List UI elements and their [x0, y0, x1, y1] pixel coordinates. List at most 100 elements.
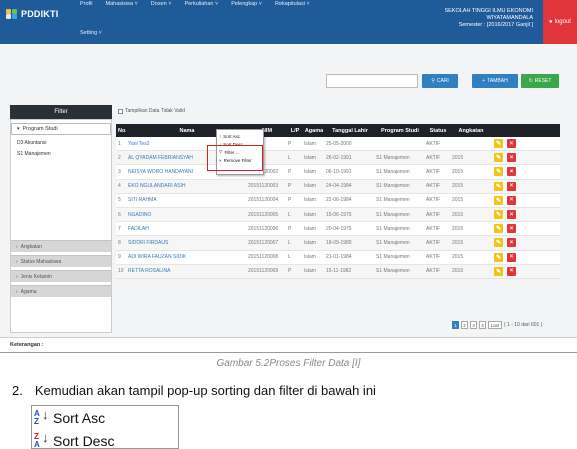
- col-lp[interactable]: L/P: [286, 128, 302, 134]
- col-agama[interactable]: Agama: [302, 128, 324, 134]
- page-4-button[interactable]: 4: [479, 321, 486, 329]
- edit-icon[interactable]: ✎: [494, 266, 503, 276]
- cell-angkatan: 2015: [452, 239, 464, 246]
- col-program-studi[interactable]: Program Studi: [374, 128, 424, 134]
- cell-no: 5: [118, 197, 121, 204]
- cell-nama[interactable]: EKO NGULANDARI ASIH: [126, 183, 246, 189]
- table-row[interactable]: 1 Yani Tes2 P Islam 25-05-2000 AKTIF ✎ ×: [116, 137, 560, 152]
- col-no[interactable]: No.: [116, 128, 126, 134]
- delete-icon[interactable]: ×: [507, 224, 516, 234]
- page-2-button[interactable]: 2: [461, 321, 468, 329]
- table-row[interactable]: 9 ADI WIRA FAUZAN SIDIK 20151120008 L Islam 2…: [116, 250, 560, 265]
- delete-icon[interactable]: ×: [507, 167, 516, 177]
- edit-icon[interactable]: ✎: [494, 167, 503, 177]
- reset-button[interactable]: ↻ RESET: [521, 74, 559, 88]
- delete-icon[interactable]: ×: [507, 181, 516, 191]
- filter-status-mahasiswa[interactable]: › Status Mahasiswa: [11, 255, 111, 267]
- edit-icon[interactable]: ✎: [494, 181, 503, 191]
- edit-icon[interactable]: ✎: [494, 224, 503, 234]
- cell-nama[interactable]: FADILAH: [126, 226, 246, 232]
- col-angkatan[interactable]: Angkatan: [450, 128, 490, 134]
- menu-mahasiswa[interactable]: Mahasiswa ˅: [106, 1, 138, 7]
- prodi-option-d3-akuntansi[interactable]: D3 Akuntansi: [17, 140, 46, 146]
- cell-nama[interactable]: RETTA ROSALINA: [126, 268, 246, 274]
- lock-icon: ●: [549, 19, 553, 25]
- edit-icon[interactable]: ✎: [494, 238, 503, 248]
- delete-icon[interactable]: ×: [507, 153, 516, 163]
- search-input[interactable]: [326, 74, 418, 88]
- edit-icon[interactable]: ✎: [494, 195, 503, 205]
- last-page-button[interactable]: Last: [488, 321, 502, 329]
- popup-sort-desc[interactable]: Z A ↓ Sort Desc: [34, 430, 114, 449]
- show-invalid-toggle[interactable]: Tampilkan Data Tidak Valid: [118, 108, 185, 114]
- cell-lp: L: [288, 239, 291, 246]
- cell-lp: P: [288, 168, 292, 175]
- menu-perkuliahan[interactable]: Perkuliahan ˅: [184, 1, 218, 7]
- cell-tgl: 21-01-1984: [326, 254, 352, 261]
- prodi-option-s1-manajemen[interactable]: S1 Manajemen: [17, 151, 51, 157]
- table-row[interactable]: 8 SIDDRI FIRDAUS 20151120007 L Islam 18-09-19…: [116, 236, 560, 251]
- popup-sort-asc[interactable]: A Z ↓ Sort Asc: [34, 408, 105, 426]
- table-row[interactable]: 5 SITI RAHMA 20151120004 P Islam 22-06-1984 S1…: [116, 193, 560, 208]
- delete-icon[interactable]: ×: [507, 210, 516, 220]
- cell-nama[interactable]: SIDDRI FIRDAUS: [126, 240, 246, 246]
- menu-dosen[interactable]: Dosen ˅: [151, 1, 172, 7]
- semester-label: Semester : [2016/2017 Ganjil ]: [458, 22, 533, 28]
- menu-setting[interactable]: Setting ˅: [80, 30, 102, 36]
- table-row[interactable]: 10 RETTA ROSALINA 20151120009 P Islam 15-11-1…: [116, 264, 560, 279]
- delete-icon[interactable]: ×: [507, 195, 516, 205]
- cell-lp: L: [288, 211, 291, 218]
- add-button[interactable]: + TAMBAH: [472, 74, 518, 88]
- cell-nim: 20151120008: [248, 254, 279, 261]
- edit-icon[interactable]: ✎: [494, 210, 503, 220]
- table-row[interactable]: 3NEISYA WORO HANDAYANI20151120002PIslam0…: [116, 165, 560, 180]
- filter-program-studi[interactable]: ▾ Program Studi: [11, 123, 111, 135]
- search-button[interactable]: ⚲ CARI: [422, 74, 458, 88]
- cell-no: 10: [118, 268, 124, 275]
- filter-jenis-kelamin[interactable]: › Jenis Kelamin: [11, 270, 111, 282]
- cell-status: AKTIF: [426, 140, 441, 147]
- cell-nama[interactable]: NGADINO: [126, 212, 246, 218]
- show-invalid-checkbox[interactable]: [118, 108, 123, 114]
- filter-angkatan[interactable]: › Angkatan: [11, 240, 111, 252]
- cell-lp: P: [288, 225, 292, 232]
- cell-tgl: 24-04-1984: [326, 183, 352, 190]
- table-row[interactable]: 2AL QYADAM FEBRIANSYAH001LIslam26-02-199…: [116, 151, 560, 166]
- student-table: No. Nama NIM L/P Agama Tanggal Lahir Pro…: [116, 124, 560, 279]
- delete-icon[interactable]: ×: [507, 252, 516, 262]
- brand[interactable]: PDDIKTI: [6, 9, 58, 19]
- filter-agama[interactable]: › Agama: [11, 285, 111, 297]
- cell-no: 4: [118, 183, 121, 190]
- ctx-sort-asc[interactable]: ↑ Sort Asc: [217, 132, 263, 140]
- menu-pelengkap[interactable]: Pelengkap ˅: [231, 1, 262, 7]
- campus-name-line2: WIYATAMANDALA: [486, 15, 533, 21]
- menu-rekapitulasi[interactable]: Rekapitulasi ˅: [275, 1, 310, 7]
- table-row[interactable]: 7 FADILAH 20151120006 P Islam 20-04-1975 S1 Ma…: [116, 222, 560, 237]
- row-actions: ✎ ×: [490, 210, 524, 220]
- delete-icon[interactable]: ×: [507, 139, 516, 149]
- edit-icon[interactable]: ✎: [494, 139, 503, 149]
- cell-lp: P: [288, 197, 292, 204]
- delete-icon[interactable]: ×: [507, 238, 516, 248]
- logout-button[interactable]: ● logout: [543, 0, 577, 44]
- cell-nama[interactable]: ADI WIRA FAUZAN SIDIK: [126, 254, 246, 260]
- edit-icon[interactable]: ✎: [494, 153, 503, 163]
- edit-icon[interactable]: ✎: [494, 252, 503, 262]
- page-1-button[interactable]: 1: [452, 321, 459, 329]
- table-row[interactable]: 6 NGADINO 20151120005 L Islam 15-06-1975 S1 Ma…: [116, 207, 560, 223]
- table-body: 1 Yani Tes2 P Islam 25-05-2000 AKTIF ✎ × 2 AL QYA…: [116, 137, 560, 279]
- cell-angkatan: 2015: [452, 183, 464, 190]
- step-text: Kemudian akan tampil pop-up sorting dan …: [34, 383, 376, 398]
- cell-nim: 20151120003: [248, 183, 279, 190]
- menu-profil[interactable]: Profil: [80, 1, 93, 7]
- col-tanggal-lahir[interactable]: Tanggal Lahir: [324, 128, 374, 134]
- table-row[interactable]: 4 EKO NGULANDARI ASIH 20151120003 P Islam 24-…: [116, 179, 560, 194]
- cell-nim: 20151120005: [248, 211, 279, 218]
- page-3-button[interactable]: 3: [470, 321, 477, 329]
- cell-status: AKTIF: [426, 183, 441, 190]
- screenshot-frame: PDDIKTI Profil Mahasiswa ˅ Dosen ˅ Perku…: [0, 0, 577, 353]
- sort-desc-icon: Z A ↓: [34, 430, 49, 449]
- col-status[interactable]: Status: [424, 128, 450, 134]
- delete-icon[interactable]: ×: [507, 266, 516, 276]
- cell-nama[interactable]: SITI RAHMA: [126, 197, 246, 203]
